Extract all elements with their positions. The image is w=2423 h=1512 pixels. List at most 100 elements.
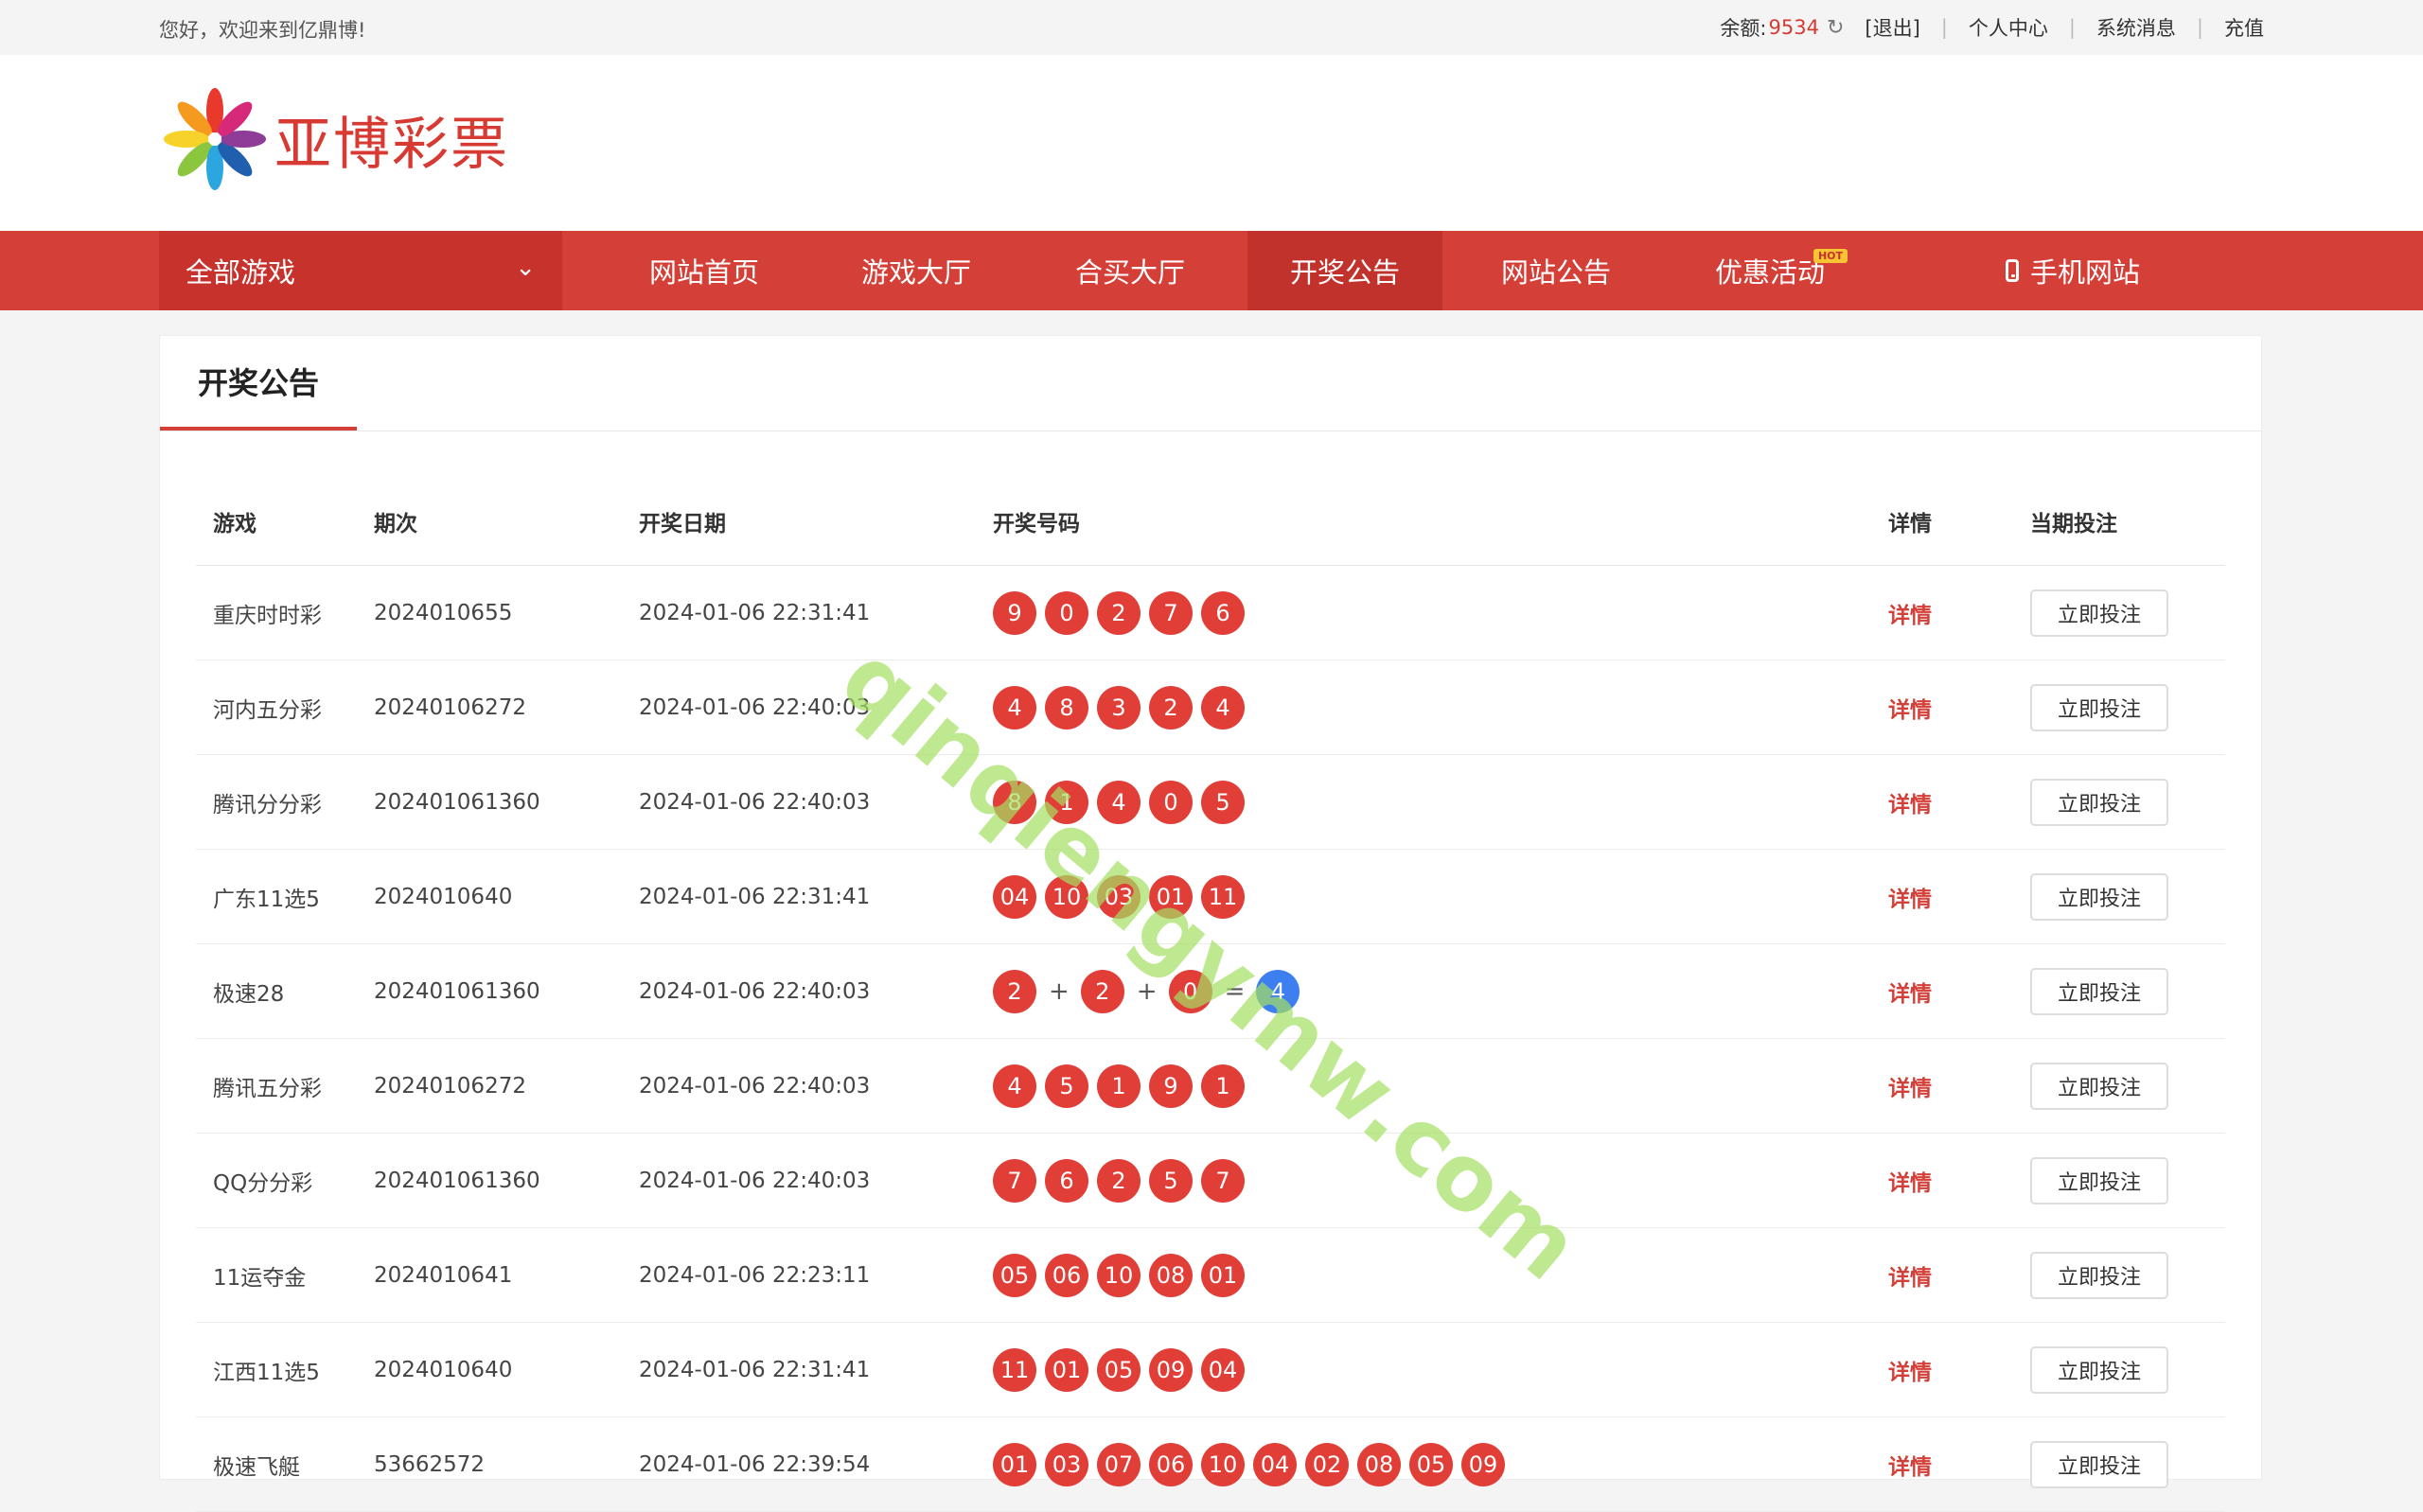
number-ball: 01: [1149, 874, 1193, 919]
number-ball: 03: [1045, 1442, 1088, 1486]
number-ball: 11: [993, 1347, 1036, 1392]
number-ball: 03: [1097, 874, 1141, 919]
issue-number: 2024010641: [373, 1227, 638, 1323]
detail-link[interactable]: 详情: [1888, 888, 1932, 912]
divider: |: [2068, 16, 2076, 39]
plus-sign: +: [1049, 976, 1070, 1006]
number-ball: 1: [1097, 1064, 1141, 1108]
recharge-link[interactable]: 充值: [2224, 13, 2264, 42]
mobile-phone-icon: [2005, 259, 2019, 282]
detail-link[interactable]: 详情: [1888, 793, 1932, 818]
number-ball: 0: [1045, 590, 1088, 635]
nav-game-lobby[interactable]: 游戏大厅: [837, 231, 996, 310]
game-name: 极速28: [196, 943, 373, 1039]
draw-date: 2024-01-06 22:40:03: [638, 1038, 992, 1134]
logout-link[interactable]: [退出]: [1865, 13, 1919, 42]
bet-now-button[interactable]: 立即投注: [2030, 1251, 2168, 1299]
pinwheel-logo-icon: [164, 88, 266, 190]
number-ball: 7: [1149, 590, 1193, 635]
nav-group-buy[interactable]: 合买大厅: [1051, 231, 1210, 310]
table-row: 重庆时时彩 2024010655 2024-01-06 22:31:41 9 0 2 7 6 详…: [196, 565, 2225, 660]
number-ball: 5: [1149, 1158, 1193, 1203]
nav-draw-results[interactable]: 开奖公告: [1247, 231, 1442, 310]
bet-now-button[interactable]: 立即投注: [2030, 1440, 2168, 1488]
issue-number: 53662572: [373, 1416, 638, 1512]
bet-now-button[interactable]: 立即投注: [2030, 1062, 2168, 1110]
number-ball: 02: [1305, 1442, 1349, 1486]
number-ball: 11: [1201, 874, 1245, 919]
number-ball: 08: [1357, 1442, 1401, 1486]
issue-number: 202401061360: [373, 754, 638, 850]
site-header: 亚博彩票: [0, 55, 2423, 231]
all-games-dropdown[interactable]: 全部游戏 ⌄: [159, 231, 562, 310]
detail-link[interactable]: 详情: [1888, 698, 1932, 723]
issue-number: 202401061360: [373, 1133, 638, 1228]
number-ball: 8: [993, 780, 1036, 824]
nav-home[interactable]: 网站首页: [625, 231, 784, 310]
number-ball: 9: [993, 590, 1036, 635]
detail-link[interactable]: 详情: [1888, 1361, 1932, 1385]
divider: |: [1940, 16, 1948, 39]
number-ball: 10: [1201, 1442, 1245, 1486]
main-nav: 全部游戏 ⌄ 网站首页 游戏大厅 合买大厅 开奖公告 网站公告 优惠活动 HOT…: [0, 231, 2423, 310]
issue-number: 2024010655: [373, 565, 638, 660]
issue-number: 2024010640: [373, 849, 638, 944]
bet-now-button[interactable]: 立即投注: [2030, 589, 2168, 637]
bet-now-button[interactable]: 立即投注: [2030, 1156, 2168, 1204]
number-ball: 05: [993, 1253, 1036, 1297]
number-ball: 7: [993, 1158, 1036, 1203]
detail-link[interactable]: 详情: [1888, 604, 1932, 628]
number-ball: 04: [1201, 1347, 1245, 1392]
panel-tab-bar: 开奖公告: [160, 336, 2261, 431]
detail-link[interactable]: 详情: [1888, 1171, 1932, 1196]
game-name: 河内五分彩: [196, 659, 373, 755]
game-name: 腾讯五分彩: [196, 1038, 373, 1134]
bet-now-button[interactable]: 立即投注: [2030, 967, 2168, 1015]
draw-results-panel: 开奖公告 游戏 期次 开奖日期 开奖号码 详情 当期投注 重庆时时彩 202401…: [159, 335, 2262, 1512]
account-links: 余额: 9534 ↻ [退出] | 个人中心 | 系统消息 | 充值: [1720, 13, 2264, 42]
draw-numbers: 45191: [992, 1038, 1887, 1134]
personal-center-link[interactable]: 个人中心: [1969, 13, 2048, 42]
table-row: QQ分分彩 202401061360 2024-01-06 22:40:03 7 6 2 5…: [196, 1133, 2225, 1228]
game-name: 腾讯分分彩: [196, 754, 373, 850]
detail-link[interactable]: 详情: [1888, 982, 1932, 1007]
draw-numbers: 48324: [992, 659, 1887, 755]
bet-now-button[interactable]: 立即投注: [2030, 683, 2168, 731]
header-game: 游戏: [196, 478, 373, 566]
logo-text: 亚博彩票: [274, 111, 509, 178]
refresh-icon[interactable]: ↻: [1827, 16, 1844, 40]
system-messages-link[interactable]: 系统消息: [2096, 13, 2176, 42]
draw-date: 2024-01-06 22:39:54: [638, 1416, 992, 1512]
nav-site-notices[interactable]: 网站公告: [1477, 231, 1636, 310]
bet-now-button[interactable]: 立即投注: [2030, 872, 2168, 921]
number-ball: 2: [1097, 590, 1141, 635]
balance-label: 余额:: [1720, 17, 1767, 40]
draw-date: 2024-01-06 22:31:41: [638, 565, 992, 660]
number-ball: 1: [1201, 1064, 1245, 1108]
number-ball: 10: [1045, 874, 1088, 919]
bet-now-button[interactable]: 立即投注: [2030, 778, 2168, 826]
number-ball: 1: [1045, 780, 1088, 824]
number-ball: 3: [1097, 685, 1141, 730]
draw-date: 2024-01-06 22:40:03: [638, 754, 992, 850]
all-games-label: 全部游戏: [186, 256, 296, 289]
number-ball: 10: [1097, 1253, 1141, 1297]
site-logo[interactable]: 亚博彩票: [161, 87, 509, 191]
nav-mobile-site[interactable]: 手机网站: [1978, 231, 2167, 310]
detail-link[interactable]: 详情: [1888, 1455, 1932, 1480]
number-ball: 06: [1045, 1253, 1088, 1297]
nav-promotions[interactable]: 优惠活动 HOT: [1690, 231, 1849, 310]
sum-ball: 4: [1256, 969, 1300, 1013]
top-bar: 您好，欢迎来到亿鼎博! 余额: 9534 ↻ [退出] | 个人中心 | 系统消…: [0, 0, 2423, 55]
tab-draw-results[interactable]: 开奖公告: [160, 336, 357, 431]
balance-value: 9534: [1768, 16, 1819, 39]
issue-number: 202401061360: [373, 943, 638, 1039]
results-table: 游戏 期次 开奖日期 开奖号码 详情 当期投注 重庆时时彩 2024010655 2…: [196, 478, 2225, 1512]
detail-link[interactable]: 详情: [1888, 1266, 1932, 1291]
bet-now-button[interactable]: 立即投注: [2030, 1345, 2168, 1394]
draw-numbers: 76257: [992, 1133, 1887, 1228]
detail-link[interactable]: 详情: [1888, 1077, 1932, 1101]
number-ball: 06: [1149, 1442, 1193, 1486]
game-name: 江西11选5: [196, 1322, 373, 1417]
number-ball: 0: [1149, 780, 1193, 824]
